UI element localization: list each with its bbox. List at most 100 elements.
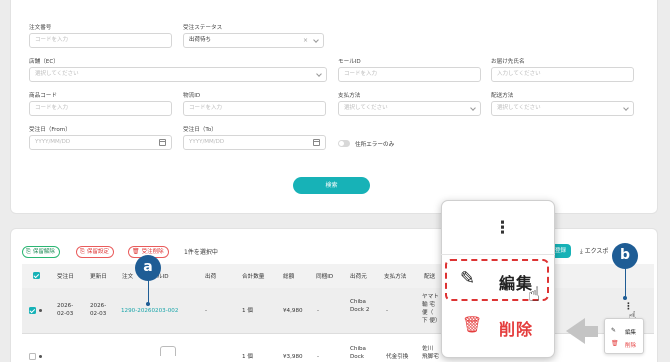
product-code-label: 商品コード <box>29 93 57 99</box>
row-checkbox[interactable] <box>29 307 36 314</box>
date-from-input[interactable]: YYYY/MM/DD <box>29 135 172 150</box>
chevron-down-icon <box>470 105 476 111</box>
row-action-menu <box>604 318 644 354</box>
product-thumbnail <box>160 346 176 356</box>
date-to-input[interactable]: YYYY/MM/DD <box>183 135 326 150</box>
menu-divider <box>441 254 555 255</box>
mall-id-input[interactable]: コードを入力 <box>338 67 481 82</box>
export-button[interactable]: ⤓ エクスポ <box>580 246 608 256</box>
cell-bundle: - <box>317 354 320 360</box>
callout-pointer-dot <box>146 302 150 306</box>
callout-pointer-dot <box>623 296 627 300</box>
order-status-field: 受注ステータス 出荷待ち × <box>183 25 324 48</box>
clear-icon[interactable]: × <box>303 34 308 47</box>
address-error-toggle[interactable] <box>338 140 350 147</box>
row-checkbox[interactable] <box>29 353 36 360</box>
cell-mall-id-link[interactable]: 1290-20260203-002 <box>121 307 178 315</box>
trash-icon: 🗑 <box>611 340 619 347</box>
col-total: 総額 <box>283 274 295 280</box>
address-error-label: 住所エラーのみ <box>355 142 395 148</box>
cell-ship: - <box>205 308 208 314</box>
cell-total: ¥4,980 <box>283 308 303 314</box>
date-to-placeholder: YYYY/MM/DD <box>189 139 225 145</box>
set-hold-button[interactable]: ⎘ 保留設定 <box>76 246 114 258</box>
delete-menu-label[interactable]: 削除 <box>499 316 533 340</box>
col-order: 注文 <box>122 274 134 280</box>
product-code-field: 商品コード コードを入力 <box>29 93 172 116</box>
table-row[interactable] <box>22 335 654 362</box>
delete-menu-item[interactable]: 削除 <box>625 341 636 349</box>
cell-payment: - <box>386 308 389 314</box>
set-hold-label: 保留設定 <box>86 249 109 255</box>
delivery-field: 配送方法 選択してください <box>491 93 634 116</box>
payment-label: 支払方法 <box>338 93 361 99</box>
recipient-input[interactable]: 入力してください <box>491 67 634 82</box>
trash-icon: 🗑 <box>462 315 483 334</box>
register-button[interactable]: 登録 <box>555 244 571 258</box>
calendar-icon[interactable] <box>313 139 320 146</box>
cell-origin: Chiba Dock 2 <box>350 299 370 313</box>
more-vertical-icon[interactable]: ⋮ <box>494 220 511 237</box>
status-dot <box>39 355 42 358</box>
order-status-label: 受注ステータス <box>183 25 223 31</box>
logistics-id-field: 物流ID コードを入力 <box>183 93 326 116</box>
order-number-field: 注文番号 コードを入力 <box>29 25 172 48</box>
cell-delivery: 佐川 飛脚宅 <box>422 346 439 360</box>
trash-icon: 🗑 <box>132 248 140 255</box>
order-number-input[interactable]: コードを入力 <box>29 33 172 48</box>
col-order-date: 受注日 <box>57 274 74 280</box>
table-header <box>22 264 654 288</box>
cancel-order-label: 受注削除 <box>141 249 164 255</box>
cell-qty: 1 個 <box>242 354 253 360</box>
cell-delivery: ヤマト 輸 宅 便（ 下 便） <box>422 294 440 324</box>
col-delivery: 配送 <box>424 274 436 280</box>
arrow-shaft <box>585 326 598 337</box>
check-icon <box>29 307 35 313</box>
cell-total: ¥3,980 <box>283 354 303 360</box>
select-all-checkbox[interactable] <box>33 272 40 279</box>
cell-order-date: 2026-02-03 <box>57 303 74 317</box>
chevron-down-icon <box>316 71 322 77</box>
check-icon <box>33 272 39 278</box>
store-select[interactable]: 選択してください <box>29 67 327 82</box>
delivery-label: 配送方法 <box>491 93 514 99</box>
col-ship: 出荷 <box>205 274 217 280</box>
recipient-label: お届け先氏名 <box>491 59 525 65</box>
col-bundle: 同梱ID <box>316 274 334 280</box>
release-hold-label: 保留解除 <box>32 249 55 255</box>
logistics-id-input[interactable]: コードを入力 <box>183 101 326 116</box>
cell-updated: 2026-02-03 <box>90 303 107 317</box>
download-icon: ⤓ <box>580 248 583 255</box>
hold-icon: ⎘ <box>80 248 85 255</box>
search-button[interactable]: 検索 <box>293 177 370 194</box>
chevron-down-icon <box>623 105 629 111</box>
col-qty: 合計数量 <box>242 274 265 280</box>
payment-select[interactable]: 選択してください <box>338 101 481 116</box>
store-placeholder: 選択してください <box>35 71 79 77</box>
calendar-icon[interactable] <box>159 139 166 146</box>
cell-origin: Chiba Dock <box>350 346 366 360</box>
cell-payment: 代金引換 <box>386 354 409 360</box>
product-code-input[interactable]: コードを入力 <box>29 101 172 116</box>
order-status-select[interactable]: 出荷待ち × <box>183 33 324 48</box>
callout-pointer-a <box>148 280 149 304</box>
order-number-label: 注文番号 <box>29 25 52 31</box>
date-from-field: 受注日（From） YYYY/MM/DD <box>29 127 172 150</box>
edit-menu-item[interactable]: 編集 <box>625 328 636 336</box>
pencil-icon: ✎ <box>611 327 617 334</box>
delivery-select[interactable]: 選択してください <box>491 101 634 116</box>
delivery-placeholder: 選択してください <box>497 105 541 111</box>
col-payment: 支払方法 <box>384 274 407 280</box>
release-hold-icon: ⎘ <box>26 248 31 255</box>
store-field: 店舗（EC） 選択してください <box>29 59 327 82</box>
payment-placeholder: 選択してください <box>344 105 388 111</box>
recipient-field: お届け先氏名 入力してください <box>491 59 634 82</box>
register-button-label: 登録 <box>555 248 567 254</box>
table-row[interactable] <box>22 288 654 334</box>
selection-count: 1件を選択中 <box>184 249 218 256</box>
mall-id-field: モールID コードを入力 <box>338 59 481 82</box>
status-dot <box>39 309 42 312</box>
pencil-icon: ✎ <box>460 268 476 289</box>
release-hold-button[interactable]: ⎘ 保留解除 <box>22 246 60 258</box>
mall-id-label: モールID <box>338 59 361 65</box>
